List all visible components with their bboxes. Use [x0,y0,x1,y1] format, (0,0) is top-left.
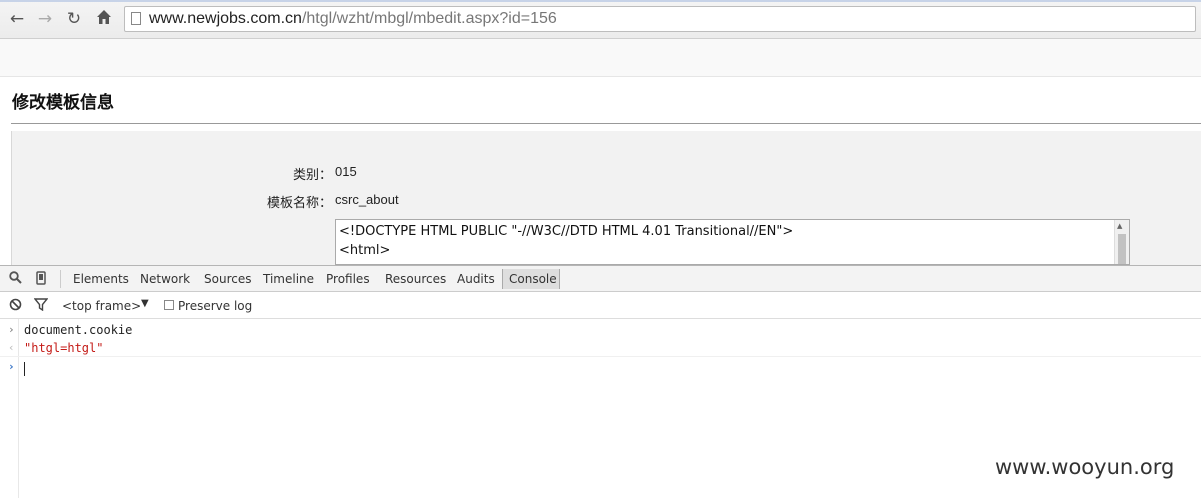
console-divider [0,356,1201,357]
prompt-chevron-icon: › [8,360,15,373]
category-label: 类别： [292,167,332,182]
template-line: <!DOCTYPE HTML PUBLIC "-//W3C//DTD HTML … [339,224,794,239]
tab-timeline[interactable]: Timeline [263,272,314,286]
console-output-line: "htgl=htgl" [24,341,104,355]
tab-network[interactable]: Network [140,272,190,286]
devtools-tabbar: Elements Network Sources Timeline Profil… [0,265,1201,292]
scrollbar-thumb[interactable] [1118,234,1126,264]
template-name-value: csrc_about [335,192,399,207]
frame-selector[interactable]: <top frame> [62,299,141,313]
template-name-label: 模板名称： [266,195,332,210]
forward-icon[interactable]: → [34,8,56,30]
input-chevron-icon: › [8,323,15,336]
toolbar-divider [60,270,61,288]
bookmark-bar [0,39,1201,77]
page-title: 修改模板信息 [12,93,114,112]
tab-resources[interactable]: Resources [385,272,446,286]
chevron-down-icon[interactable]: ▼ [141,298,149,309]
console-toolbar: <top frame> ▼ Preserve log [0,292,1201,319]
output-chevron-icon: ‹ [8,341,15,354]
preserve-log-label: Preserve log [178,299,253,313]
tab-elements[interactable]: Elements [73,272,129,286]
tab-profiles[interactable]: Profiles [326,272,370,286]
template-line: <html> [339,243,391,258]
search-icon[interactable] [9,271,22,288]
tab-sources[interactable]: Sources [204,272,251,286]
textarea-scrollbar[interactable]: ▲ [1114,220,1129,264]
watermark: www.wooyun.org [995,455,1175,479]
template-content-textarea[interactable]: <!DOCTYPE HTML PUBLIC "-//W3C//DTD HTML … [335,219,1130,265]
back-icon[interactable]: ← [6,8,28,30]
scroll-up-icon[interactable]: ▲ [1117,222,1122,230]
url-text[interactable]: www.newjobs.com.cn/htgl/wzht/mbgl/mbedit… [149,10,557,28]
browser-toolbar: ← → ↻ www.newjobs.com.cn/htgl/wzht/mbgl/… [0,0,1201,39]
console-prompt-input[interactable] [24,362,25,376]
title-divider [11,123,1201,124]
home-icon[interactable] [93,8,115,30]
tab-strip [0,0,1201,2]
device-mode-icon[interactable] [36,271,46,289]
address-bar[interactable]: www.newjobs.com.cn/htgl/wzht/mbgl/mbedit… [124,6,1196,32]
console-input-line: document.cookie [24,323,133,337]
filter-icon[interactable] [33,298,49,314]
tab-console[interactable]: Console [509,272,557,286]
url-path: /htgl/wzht/mbgl/mbedit.aspx?id=156 [301,10,557,27]
url-host: www.newjobs.com.cn [149,10,302,27]
reload-icon[interactable]: ↻ [63,8,85,30]
tab-audits[interactable]: Audits [457,272,495,286]
page-icon [131,12,141,25]
preserve-log-checkbox[interactable] [164,300,174,310]
category-value: 015 [335,164,357,179]
clear-console-icon[interactable] [9,298,22,314]
edit-form: 类别： 015 模板名称： csrc_about <!DOCTYPE HTML … [11,131,1201,265]
